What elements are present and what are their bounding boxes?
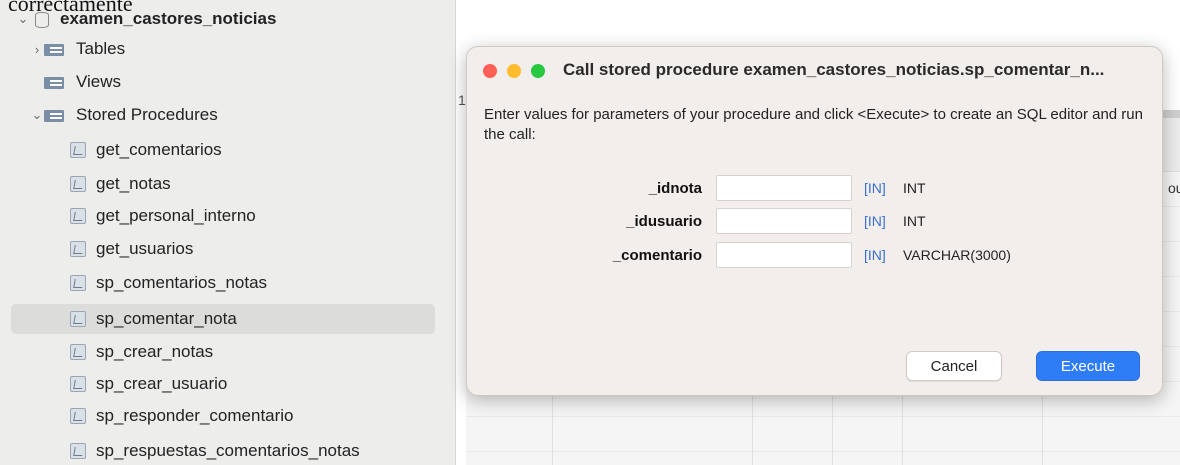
procedure-label: sp_comentarios_notas [96,273,268,292]
procedure-item[interactable]: get_usuarios [70,234,193,264]
call-procedure-dialog: Call stored procedure examen_castores_no… [466,46,1163,396]
procedure-label: get_notas [96,174,171,193]
database-icon [34,12,50,28]
sidebar-item-label: Stored Procedures [76,105,218,124]
procedure-item[interactable]: get_personal_interno [70,201,256,231]
procedure-icon [70,275,86,291]
schema-navigator: correctamente ⌄ examen_castores_noticias… [0,0,456,465]
param-type: INT [903,213,926,229]
procedure-label: sp_respuestas_comentarios_notas [96,441,360,460]
close-window-icon[interactable] [483,64,497,78]
procedure-item[interactable]: sp_crear_usuario [70,369,227,399]
minimize-window-icon[interactable] [507,64,521,78]
chevron-down-icon[interactable]: ⌄ [30,107,44,123]
cancel-button[interactable]: Cancel [906,351,1002,381]
procedure-item[interactable]: sp_comentarios_notas [70,268,267,298]
dialog-description: Enter values for parameters of your proc… [484,106,1143,143]
procedure-item[interactable]: sp_responder_comentario [70,401,294,431]
sidebar-item-views[interactable]: Views [44,67,121,97]
procedure-icon [70,142,86,158]
row-number: 1 [458,92,466,108]
param-type: VARCHAR(3000) [903,247,1011,263]
schema-label: examen_castores_noticias [60,9,277,28]
procedure-item[interactable]: sp_respuestas_comentarios_notas [70,436,360,465]
procedure-icon [70,376,86,392]
param-direction: [IN] [864,247,886,263]
param-input-idnota[interactable] [716,175,852,201]
procedure-label: sp_comentar_nota [96,309,237,328]
table-folder-icon [44,41,66,57]
procedure-icon [70,443,86,459]
param-row-idnota: _idnota [IN] INT [467,175,1162,201]
procedure-icon [70,408,86,424]
procedure-label: sp_responder_comentario [96,406,294,425]
dialog-titlebar[interactable]: Call stored procedure examen_castores_no… [467,47,1162,93]
chevron-right-icon[interactable]: › [30,42,44,57]
procedure-folder-icon [44,107,66,123]
param-direction: [IN] [864,213,886,229]
clipped-column-text: ou [1168,180,1180,196]
dialog-title: Call stored procedure examen_castores_no… [563,60,1105,79]
procedure-item-selected[interactable]: sp_comentar_nota [11,304,435,334]
procedure-icon [70,344,86,360]
param-name: _comentario [612,246,702,264]
param-input-idusuario[interactable] [716,208,852,234]
procedure-item[interactable]: get_comentarios [70,135,222,165]
param-direction: [IN] [864,180,886,196]
param-type: INT [903,180,926,196]
param-name: _idnota [648,179,702,197]
sidebar-item-label: Tables [76,39,126,58]
procedure-label: get_personal_interno [96,206,256,225]
zoom-window-icon[interactable] [531,64,545,78]
procedure-label: get_comentarios [96,140,222,159]
procedure-icon [70,208,86,224]
procedure-item[interactable]: get_notas [70,169,171,199]
procedure-label: get_usuarios [96,239,194,258]
view-folder-icon [44,74,66,90]
procedure-item[interactable]: sp_crear_notas [70,337,213,367]
param-row-idusuario: _idusuario [IN] INT [467,208,1162,234]
param-input-comentario[interactable] [716,242,852,268]
chevron-down-icon[interactable]: ⌄ [16,11,30,27]
sidebar-item-stored-procedures[interactable]: ⌄ Stored Procedures [30,100,218,130]
sidebar-item-tables[interactable]: › Tables [30,34,125,64]
procedure-icon [70,176,86,192]
procedure-icon [70,241,86,257]
param-row-comentario: _comentario [IN] VARCHAR(3000) [467,242,1162,268]
param-name: _idusuario [626,212,702,230]
schema-item[interactable]: ⌄ examen_castores_noticias [16,4,276,34]
procedure-label: sp_crear_usuario [96,374,228,393]
sidebar-item-label: Views [76,72,122,91]
procedure-label: sp_crear_notas [96,342,214,361]
procedure-icon [70,311,86,327]
execute-button[interactable]: Execute [1036,351,1140,381]
